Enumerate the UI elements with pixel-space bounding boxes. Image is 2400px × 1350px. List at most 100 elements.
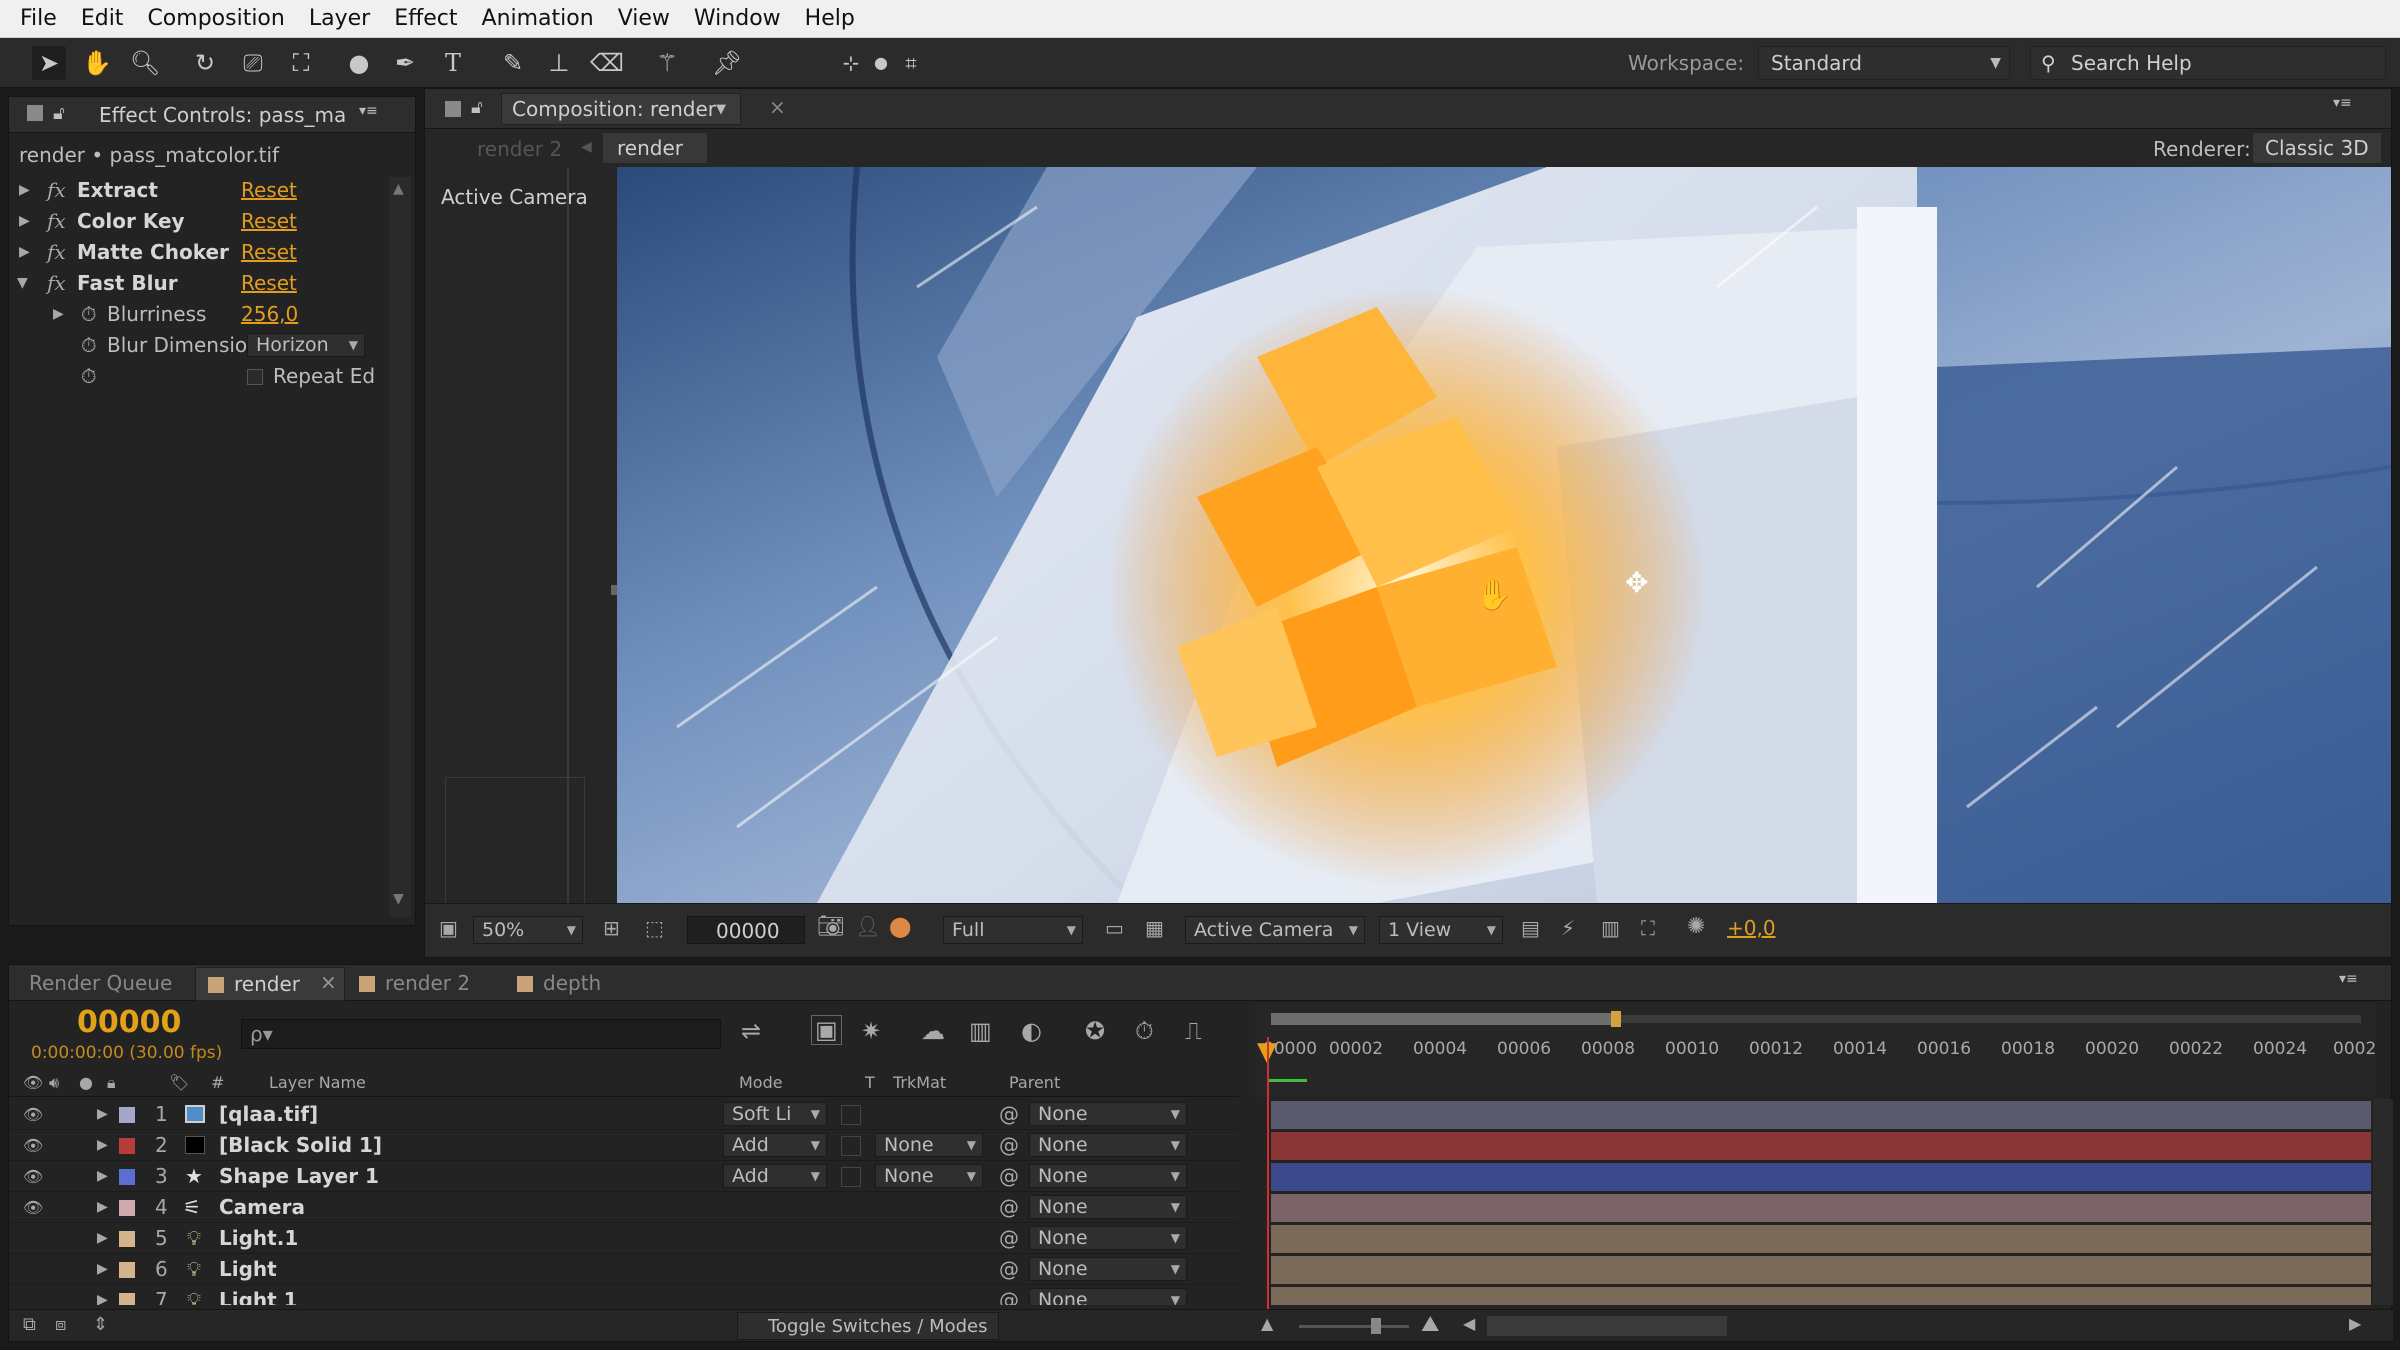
mask-visibility-icon[interactable]: ⬚ xyxy=(645,916,664,940)
axis-mode-local-icon[interactable]: ⊹ xyxy=(834,46,868,80)
pickwhip-icon[interactable]: @ xyxy=(999,1192,1019,1223)
pickwhip-icon[interactable]: @ xyxy=(999,1254,1019,1285)
workspace-dropdown[interactable]: Standard ▼ xyxy=(1758,46,2010,80)
region-of-interest-icon[interactable]: ▭ xyxy=(1105,916,1124,940)
breadcrumb-render[interactable]: render xyxy=(603,133,707,163)
brainstorm-icon[interactable]: ✪ xyxy=(1085,1017,1105,1045)
pickwhip-icon[interactable]: @ xyxy=(999,1161,1019,1192)
menu-effect[interactable]: Effect xyxy=(384,6,471,31)
layer-row[interactable]: 👁︎ ▶ 4 ⚟ Camera @ None ▼ xyxy=(9,1192,1239,1223)
layer-name[interactable]: Shape Layer 1 xyxy=(219,1161,379,1192)
label-color-swatch[interactable] xyxy=(119,1107,135,1123)
fx-icon[interactable]: fx xyxy=(47,237,66,268)
menu-help[interactable]: Help xyxy=(795,6,869,31)
expand-triangle-icon[interactable]: ▶ xyxy=(97,1130,108,1161)
zoom-tool-icon[interactable]: 🔍︎ xyxy=(128,46,162,80)
fast-previews-icon[interactable]: ⚡︎ xyxy=(1561,916,1575,940)
expand-triangle-icon[interactable]: ▶ xyxy=(19,175,30,206)
effect-row-fast-blur[interactable]: ▼ fx Fast Blur Reset xyxy=(9,268,379,299)
effect-row-color-key[interactable]: ▶ fx Color Key Reset xyxy=(9,206,379,237)
layer-row[interactable]: ▶ 7 💡︎ Light 1 @ None ▼ xyxy=(9,1285,1239,1305)
parent-dropdown[interactable]: None ▼ xyxy=(1029,1226,1187,1250)
tab-depth[interactable]: depth xyxy=(543,971,601,995)
menu-composition[interactable]: Composition xyxy=(137,6,298,31)
blurriness-value[interactable]: 256,0 xyxy=(241,299,298,330)
effect-controls-scrollbar[interactable]: ▲ ▼ xyxy=(389,177,411,917)
expand-triangle-icon[interactable]: ▶ xyxy=(97,1099,108,1130)
parent-dropdown[interactable]: None ▼ xyxy=(1029,1288,1187,1305)
reset-link[interactable]: Reset xyxy=(241,175,297,206)
effect-controls-tab[interactable]: Effect Controls: pass_ma xyxy=(99,103,349,127)
parent-dropdown[interactable]: None ▼ xyxy=(1029,1102,1187,1126)
stopwatch-icon[interactable]: ⏱︎ xyxy=(81,330,97,361)
auto-keyframe-icon[interactable]: ⏱︎ xyxy=(1135,1017,1154,1045)
composition-viewer[interactable]: Active Camera ✥ ✋ xyxy=(425,167,2391,907)
layer-name[interactable]: Light xyxy=(219,1254,277,1285)
timeline-search-input[interactable]: ρ▾ xyxy=(241,1019,721,1049)
menu-view[interactable]: View xyxy=(608,6,684,31)
timeline-zoom-slider[interactable] xyxy=(1299,1325,1409,1328)
rotation-tool-icon[interactable]: ↻ xyxy=(188,46,222,80)
timeline-icon[interactable]: ▥ xyxy=(1601,916,1620,940)
column-layer-name[interactable]: Layer Name xyxy=(269,1073,366,1092)
time-ruler[interactable]: 00000 00002 00004 00006 00008 00010 0001… xyxy=(1255,1003,2375,1097)
brush-tool-icon[interactable]: ✎ xyxy=(496,46,530,80)
layer-row[interactable]: 👁︎ ▶ 2 [Black Solid 1] Add ▼ None ▼ @ None… xyxy=(9,1130,1239,1161)
draft-3d-icon[interactable]: ✷ xyxy=(861,1017,881,1045)
hand-tool-icon[interactable]: ✋ xyxy=(80,46,114,80)
pan-behind-tool-icon[interactable]: ⛶ xyxy=(284,46,318,80)
scroll-up-icon[interactable]: ▲ xyxy=(393,181,404,197)
tab-render-2[interactable]: render 2 xyxy=(385,971,470,995)
frame-blending-icon[interactable]: ▥ xyxy=(969,1017,992,1045)
zoom-in-icon[interactable]: ⛰ xyxy=(1421,1312,1439,1337)
hide-shy-layers-icon[interactable]: ☁ xyxy=(921,1017,945,1045)
layer-name[interactable]: Light.1 xyxy=(219,1223,298,1254)
layer-row[interactable]: 👁︎ ▶ 1 [qlaa.tif] Soft Li ▼ @ None ▼ xyxy=(9,1099,1239,1130)
stopwatch-icon[interactable]: ⏱︎ xyxy=(81,361,97,392)
pen-tool-icon[interactable]: ✒ xyxy=(388,46,422,80)
layer-duration-bar[interactable] xyxy=(1271,1163,2371,1191)
visibility-eye-icon[interactable]: 👁︎ xyxy=(23,1192,43,1223)
layer-duration-bar[interactable] xyxy=(1271,1225,2371,1253)
zoom-out-icon[interactable]: ▲ xyxy=(1261,1314,1273,1333)
layer-duration-bar[interactable] xyxy=(1271,1194,2371,1222)
solo-icon[interactable]: ● xyxy=(79,1073,93,1092)
audio-icon[interactable]: 🔊︎ xyxy=(49,1073,59,1093)
menu-edit[interactable]: Edit xyxy=(71,6,138,31)
search-help-input[interactable]: ⚲ Search Help xyxy=(2030,46,2386,80)
menu-window[interactable]: Window xyxy=(684,6,795,31)
expand-triangle-icon[interactable]: ▶ xyxy=(97,1254,108,1285)
fx-icon[interactable]: fx xyxy=(47,206,66,237)
layer-name[interactable]: Camera xyxy=(219,1192,305,1223)
repeat-edge-checkbox[interactable] xyxy=(247,369,263,385)
reset-link[interactable]: Reset xyxy=(241,268,297,299)
eraser-tool-icon[interactable]: ⌫ xyxy=(590,46,624,80)
reset-link[interactable]: Reset xyxy=(241,206,297,237)
chevron-down-icon[interactable]: ▼ xyxy=(716,102,726,117)
expand-triangle-icon[interactable]: ▶ xyxy=(97,1223,108,1254)
close-tab-icon[interactable]: × xyxy=(320,970,337,994)
renderer-button[interactable]: Classic 3D xyxy=(2253,133,2381,163)
label-color-swatch[interactable] xyxy=(119,1262,135,1278)
current-time-display[interactable]: 00000 xyxy=(77,1005,181,1040)
layer-duration-bar[interactable] xyxy=(1271,1101,2371,1129)
track-matte-dropdown[interactable]: None ▼ xyxy=(875,1164,983,1188)
preserve-transparency-checkbox[interactable] xyxy=(841,1136,861,1156)
channels-icon[interactable]: ⬤ xyxy=(889,914,911,938)
puppet-pin-tool-icon[interactable]: 📌︎ xyxy=(710,46,744,80)
scroll-right-icon[interactable]: ▶ xyxy=(2349,1314,2361,1333)
magnification-dropdown[interactable]: 50% ▼ xyxy=(473,916,583,944)
track-matte-dropdown[interactable]: None ▼ xyxy=(875,1133,983,1157)
tab-menu-icon[interactable]: ▾≡ xyxy=(2333,95,2352,111)
label-color-swatch[interactable] xyxy=(119,1293,135,1305)
stopwatch-icon[interactable]: ⏱︎ xyxy=(81,299,97,330)
exposure-icon[interactable]: ✺ xyxy=(1687,914,1705,939)
parent-dropdown[interactable]: None ▼ xyxy=(1029,1164,1187,1188)
timeline-zoom-handle[interactable] xyxy=(1371,1318,1381,1334)
toggle-switches-modes-button[interactable]: Toggle Switches / Modes xyxy=(737,1312,999,1340)
layer-name[interactable]: [qlaa.tif] xyxy=(219,1099,318,1130)
axis-mode-world-icon[interactable]: ● xyxy=(864,46,898,80)
parent-dropdown[interactable]: None ▼ xyxy=(1029,1133,1187,1157)
reset-link[interactable]: Reset xyxy=(241,237,297,268)
pickwhip-icon[interactable]: @ xyxy=(999,1285,1019,1305)
